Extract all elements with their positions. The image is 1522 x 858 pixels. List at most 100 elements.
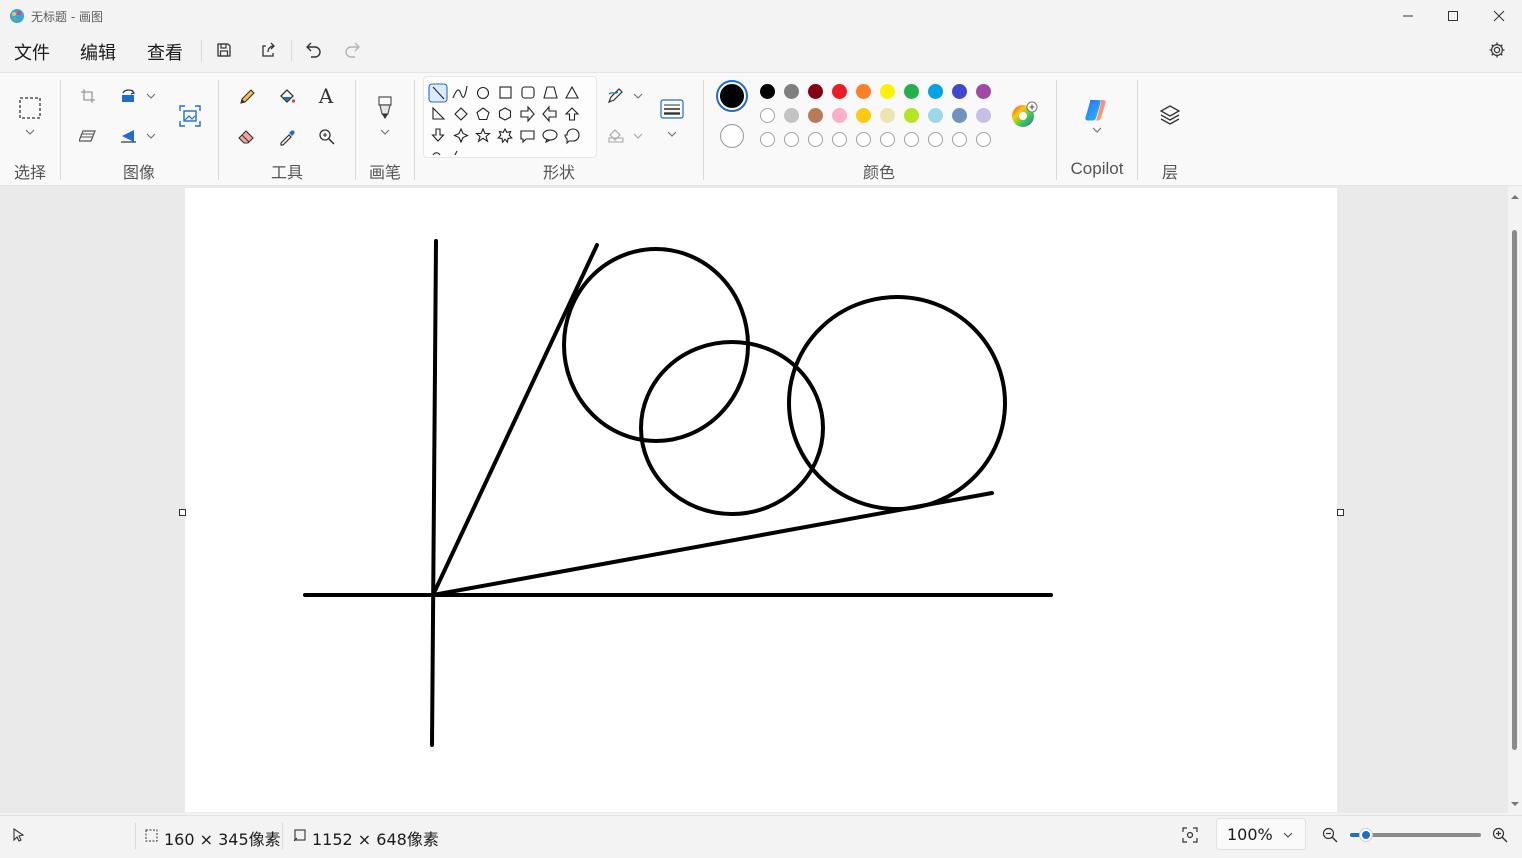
color-swatch[interactable]	[856, 108, 871, 123]
custom-color-slot[interactable]	[880, 132, 895, 147]
color-swatch[interactable]	[856, 84, 871, 99]
color-swatch[interactable]	[760, 84, 775, 99]
vertical-scrollbar[interactable]	[1508, 188, 1522, 813]
resize-handle-right[interactable]	[1337, 509, 1344, 516]
menu-view[interactable]: 查看	[147, 39, 183, 65]
minimize-button[interactable]	[1385, 0, 1431, 32]
scroll-thumb[interactable]	[1512, 230, 1517, 750]
menu-separator	[291, 40, 292, 62]
chevron-down-icon[interactable]	[377, 126, 393, 138]
color-swatch[interactable]	[976, 108, 991, 123]
chevron-down-icon[interactable]	[22, 126, 38, 138]
color-picker-icon[interactable]	[276, 126, 298, 148]
canvas-size: 1152 × 648像素	[312, 830, 439, 849]
secondary-color-swatch	[722, 126, 742, 146]
pencil-icon[interactable]	[236, 86, 258, 108]
menu-edit[interactable]: 编辑	[80, 39, 116, 65]
chevron-down-icon[interactable]	[665, 128, 679, 140]
color-swatch[interactable]	[784, 108, 799, 123]
line-size-icon[interactable]	[659, 98, 685, 120]
chevron-down-icon[interactable]	[631, 90, 645, 102]
title-bar: 无标题 - 画图	[0, 0, 1522, 32]
resize-handle-left[interactable]	[179, 509, 186, 516]
color-swatch[interactable]	[904, 108, 919, 123]
drawing-canvas[interactable]	[185, 188, 1337, 812]
brush-icon[interactable]	[372, 94, 398, 122]
fill-bucket-icon[interactable]	[276, 86, 298, 108]
status-separator	[282, 823, 283, 849]
ribbon-separator	[60, 80, 61, 180]
save-icon[interactable]	[214, 40, 234, 60]
paint-app-icon	[9, 8, 25, 24]
vertical-axis-stroke	[430, 239, 438, 747]
primary-color-button[interactable]	[716, 80, 748, 112]
ribbon-separator	[1137, 80, 1138, 180]
color-swatch[interactable]	[832, 84, 847, 99]
zoom-value: 100%	[1227, 825, 1273, 844]
color-swatch[interactable]	[808, 108, 823, 123]
chevron-down-icon[interactable]	[144, 130, 158, 142]
group-label-colors: 颜色	[862, 163, 895, 182]
scroll-down-icon[interactable]	[1508, 799, 1522, 809]
color-swatch[interactable]	[832, 108, 847, 123]
custom-color-slot[interactable]	[856, 132, 871, 147]
magnifier-icon[interactable]	[316, 126, 338, 148]
scroll-up-icon[interactable]	[1508, 192, 1522, 202]
color-swatch[interactable]	[976, 84, 991, 99]
shape-outline-icon[interactable]	[605, 86, 627, 106]
color-swatch[interactable]	[760, 108, 775, 123]
layers-icon[interactable]	[1156, 101, 1184, 129]
custom-color-slot[interactable]	[952, 132, 967, 147]
color-swatch[interactable]	[904, 84, 919, 99]
custom-color-slot[interactable]	[976, 132, 991, 147]
maximize-button[interactable]	[1430, 0, 1476, 32]
shape-fill-icon[interactable]	[605, 126, 627, 146]
close-button[interactable]	[1476, 0, 1522, 32]
zoom-dropdown[interactable]: 100%	[1216, 818, 1306, 850]
menu-file[interactable]: 文件	[14, 39, 50, 65]
share-icon[interactable]	[258, 40, 278, 60]
color-swatch[interactable]	[808, 84, 823, 99]
color-swatch[interactable]	[952, 108, 967, 123]
color-swatch[interactable]	[880, 108, 895, 123]
chevron-down-icon[interactable]	[1089, 124, 1105, 136]
settings-gear-icon[interactable]	[1486, 39, 1508, 61]
remove-background-icon[interactable]	[176, 102, 204, 130]
group-label-brushes: 画笔	[368, 163, 401, 182]
color-swatch[interactable]	[928, 108, 943, 123]
eraser-icon[interactable]	[236, 126, 258, 148]
edit-colors-icon[interactable]	[1010, 101, 1038, 129]
custom-color-slot[interactable]	[808, 132, 823, 147]
chevron-down-icon[interactable]	[144, 90, 158, 102]
zoom-slider[interactable]	[1350, 828, 1481, 842]
secondary-color-button[interactable]	[720, 124, 744, 148]
color-swatch[interactable]	[952, 84, 967, 99]
custom-color-slot[interactable]	[904, 132, 919, 147]
custom-color-slot[interactable]	[832, 132, 847, 147]
close-icon	[1493, 10, 1505, 22]
redo-icon[interactable]	[343, 40, 363, 60]
chevron-down-icon[interactable]	[631, 130, 645, 142]
skew-icon[interactable]	[78, 126, 98, 146]
resize-icon[interactable]	[118, 86, 140, 106]
zoom-out-icon[interactable]	[1320, 825, 1340, 845]
fit-to-window-icon[interactable]	[1180, 825, 1200, 845]
select-rectangle-icon[interactable]	[16, 94, 44, 122]
color-swatch[interactable]	[928, 84, 943, 99]
text-tool-icon[interactable]: A	[314, 84, 338, 108]
rotate-flip-icon[interactable]	[118, 126, 140, 146]
window-title: 无标题 - 画图	[31, 10, 103, 24]
custom-color-slot[interactable]	[760, 132, 775, 147]
zoom-in-icon[interactable]	[1490, 825, 1510, 845]
crop-icon[interactable]	[78, 86, 98, 106]
color-swatch[interactable]	[880, 84, 895, 99]
ribbon-separator	[355, 80, 356, 180]
custom-color-slot[interactable]	[928, 132, 943, 147]
zoom-slider-thumb[interactable]	[1358, 828, 1373, 842]
copilot-icon[interactable]	[1082, 96, 1112, 124]
custom-color-slot[interactable]	[784, 132, 799, 147]
color-swatch[interactable]	[784, 84, 799, 99]
circle-3	[787, 295, 1007, 511]
undo-icon[interactable]	[303, 40, 323, 60]
circle-1	[562, 247, 750, 443]
